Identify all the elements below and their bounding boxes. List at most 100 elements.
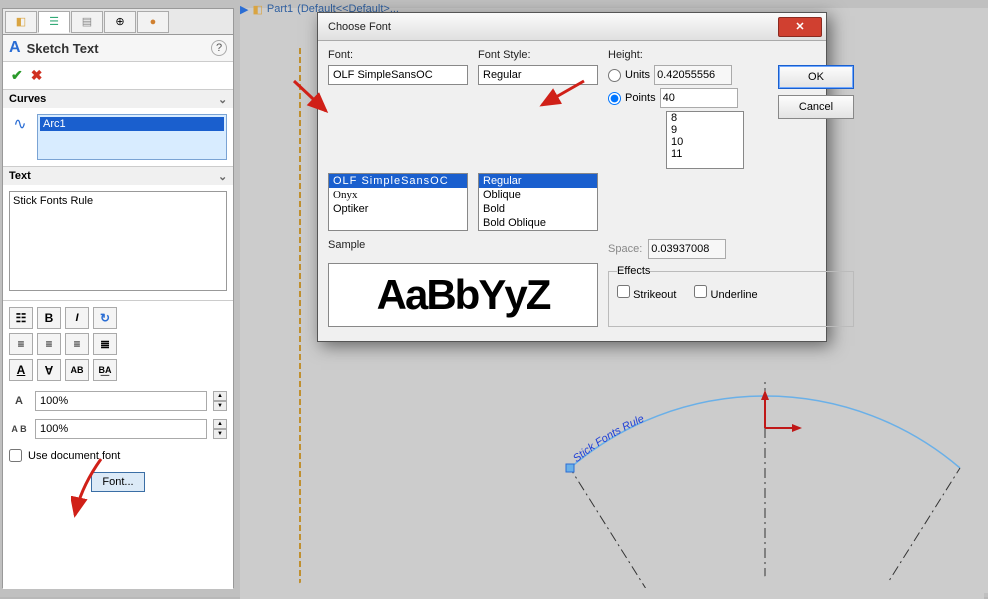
help-icon[interactable]: ? <box>211 40 227 56</box>
align-left-button[interactable]: ≡ <box>9 333 33 355</box>
property-manager-panel: ◧ ☰ ▤ ⊕ ● A Sketch Text ? ✔ ✖ Curves ∿ A… <box>2 8 234 588</box>
chevron-right-icon: ▶ <box>240 3 248 16</box>
font-list[interactable]: OLF SimpleSansOC Onyx Optiker <box>328 173 468 231</box>
ok-button[interactable]: OK <box>778 65 854 89</box>
list-item[interactable]: Oblique <box>479 188 597 202</box>
tab-feature-manager[interactable]: ◧ <box>5 11 37 33</box>
curve-icon: ∿ <box>9 114 31 136</box>
breadcrumb-part[interactable]: Part1 <box>267 3 293 15</box>
text-section: Text Stick Fonts Rule <box>3 167 233 301</box>
choose-font-dialog: Choose Font ✕ Font: Font Style: Height: … <box>317 12 827 342</box>
tab-configuration[interactable]: ▤ <box>71 11 103 33</box>
height-scale-input[interactable] <box>35 391 207 411</box>
font-name-input[interactable] <box>328 65 468 85</box>
sphere-icon: ● <box>150 16 157 28</box>
use-document-font-row: Use document font <box>3 443 233 468</box>
height-points-value[interactable] <box>660 88 738 108</box>
sample-label: Sample <box>328 239 598 259</box>
font-style-list[interactable]: Regular Oblique Bold Bold Oblique <box>478 173 598 231</box>
space-input <box>648 239 726 259</box>
close-button[interactable]: ✕ <box>778 17 822 37</box>
tab-property-manager[interactable]: ☰ <box>38 11 70 33</box>
text-format-toolbar: ☷ B I ↻ ≡ ≡ ≡ ≣ A A AB B͟A <box>3 301 233 387</box>
torn-edge-decoration <box>3 569 233 589</box>
list-item[interactable]: Regular <box>479 174 597 188</box>
width-ab-button[interactable]: AB <box>65 359 89 381</box>
font-size-list[interactable]: 8 9 10 11 <box>666 111 744 169</box>
list-item[interactable]: Bold Oblique <box>479 216 597 230</box>
cube-icon: ◧ <box>16 15 26 28</box>
curve-item[interactable]: Arc1 <box>40 117 224 131</box>
use-document-font-checkbox[interactable] <box>9 449 22 462</box>
height-label: Height: <box>608 49 768 61</box>
list-item[interactable]: OLF SimpleSansOC <box>329 174 467 188</box>
panel-header: A Sketch Text ? <box>3 35 233 62</box>
target-icon: ⊕ <box>115 15 124 28</box>
strikeout-row: Strikeout <box>617 285 676 301</box>
panel-title: Sketch Text <box>27 41 211 56</box>
align-justify-button[interactable]: ≣ <box>93 333 117 355</box>
cancel-dialog-button[interactable]: Cancel <box>778 95 854 119</box>
space-label: Space: <box>608 243 642 255</box>
accept-button[interactable]: ✔ <box>11 67 23 84</box>
height-points-radio[interactable] <box>608 92 621 105</box>
dialog-titlebar[interactable]: Choose Font ✕ <box>318 13 826 41</box>
scale-spacing-row: A B ▲▼ <box>3 415 233 443</box>
spacing-ba-button[interactable]: B͟A <box>93 359 117 381</box>
underline-label: Underline <box>711 289 758 301</box>
font-label: Font: <box>328 49 468 61</box>
font-style-input[interactable] <box>478 65 598 85</box>
height-units-radio[interactable] <box>608 69 621 82</box>
align-right-button[interactable]: ≡ <box>65 333 89 355</box>
italic-button[interactable]: I <box>65 307 89 329</box>
strikeout-label: Strikeout <box>633 289 676 301</box>
underline-checkbox[interactable] <box>694 285 707 298</box>
list-item[interactable]: Onyx <box>329 188 467 202</box>
list-icon: ☰ <box>49 15 59 28</box>
tab-appearance[interactable]: ● <box>137 11 169 33</box>
curves-section: Curves ∿ Arc1 <box>3 90 233 167</box>
curves-section-head[interactable]: Curves <box>3 90 233 108</box>
effects-group: Effects Strikeout Underline <box>608 265 854 327</box>
height-units-value[interactable] <box>654 65 732 85</box>
font-style-label: Font Style: <box>478 49 598 61</box>
height-scale-spinner[interactable]: ▲▼ <box>213 391 227 411</box>
flip-vertical-button[interactable]: A <box>9 359 33 381</box>
panel-tab-strip: ◧ ☰ ▤ ⊕ ● <box>3 9 233 35</box>
bold-button[interactable]: B <box>37 307 61 329</box>
align-center-button[interactable]: ≡ <box>37 333 61 355</box>
height-scale-icon: A <box>9 395 29 407</box>
curves-selection-list[interactable]: Arc1 <box>37 114 227 160</box>
use-document-font-label: Use document font <box>28 450 120 462</box>
sketch-text-on-curve: Stick Fonts Rule <box>571 413 646 465</box>
accept-cancel-row: ✔ ✖ <box>3 62 233 90</box>
underline-row: Underline <box>694 285 757 301</box>
dialog-title: Choose Font <box>328 21 778 33</box>
sketch-text-icon: A <box>9 39 21 57</box>
list-item[interactable]: 9 <box>667 124 743 136</box>
font-button[interactable]: Font... <box>91 472 144 492</box>
spacing-scale-spinner[interactable]: ▲▼ <box>213 419 227 439</box>
link-to-property-button[interactable]: ☷ <box>9 307 33 329</box>
config-icon: ▤ <box>82 15 92 28</box>
strikeout-checkbox[interactable] <box>617 285 630 298</box>
part-cube-icon: ◧ <box>252 3 262 16</box>
spacing-scale-input[interactable] <box>35 419 207 439</box>
scale-height-row: A ▲▼ <box>3 387 233 415</box>
sample-preview: AaBbYyZ <box>328 263 598 327</box>
list-item[interactable]: 11 <box>667 148 743 160</box>
height-units-label: Units <box>625 69 650 81</box>
cancel-button[interactable]: ✖ <box>31 67 43 84</box>
sketch-text-input[interactable]: Stick Fonts Rule <box>9 191 227 291</box>
text-section-head[interactable]: Text <box>3 167 233 185</box>
list-item[interactable]: Optiker <box>329 202 467 216</box>
height-points-label: Points <box>625 92 656 104</box>
list-item[interactable]: Bold <box>479 202 597 216</box>
tab-dimxpert[interactable]: ⊕ <box>104 11 136 33</box>
flip-horizontal-button[interactable]: A <box>37 359 61 381</box>
list-item[interactable]: 10 <box>667 136 743 148</box>
list-item[interactable]: 8 <box>667 112 743 124</box>
rotate-button[interactable]: ↻ <box>93 307 117 329</box>
effects-label: Effects <box>617 265 650 277</box>
spacing-scale-icon: A B <box>9 424 29 434</box>
